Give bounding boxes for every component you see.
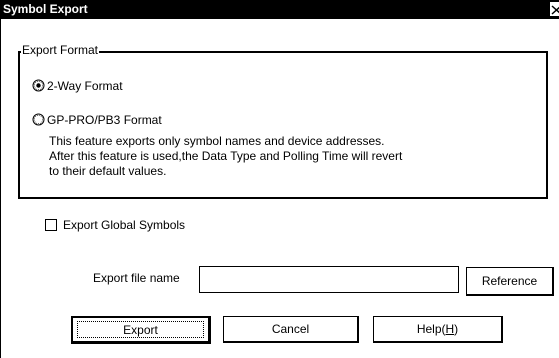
radio-2way-format-label: 2-Way Format: [47, 79, 123, 93]
export-button-label: Export: [77, 321, 204, 338]
export-global-symbols-checkbox[interactable]: [45, 219, 57, 231]
symbol-export-dialog: Symbol Export Export Format 2-Way Format…: [0, 0, 559, 358]
reference-button[interactable]: Reference: [466, 267, 554, 296]
help-button-suffix: ): [454, 322, 459, 336]
help-button[interactable]: Help(H): [373, 316, 503, 343]
description-line: to their default values.: [49, 164, 167, 178]
help-mnemonic: H: [445, 322, 455, 336]
radio-gp-pro-pb3-format-label: GP-PRO/PB3 Format: [47, 113, 162, 127]
export-global-symbols-label: Export Global Symbols: [63, 218, 186, 232]
format-description: This feature exports only symbol names a…: [49, 134, 519, 179]
radio-unselected-icon[interactable]: [32, 113, 45, 126]
export-button[interactable]: Export: [71, 316, 211, 344]
title-bar[interactable]: Symbol Export: [1, 0, 559, 19]
description-line: This feature exports only symbol names a…: [49, 134, 385, 148]
export-file-name-label: Export file name: [93, 271, 180, 285]
close-button[interactable]: [549, 1, 559, 17]
export-file-name-input[interactable]: [199, 266, 459, 293]
help-button-label: Help(: [416, 322, 446, 336]
cancel-button[interactable]: Cancel: [223, 316, 359, 343]
window-title: Symbol Export: [3, 2, 88, 16]
export-format-legend: Export Format: [21, 43, 100, 57]
radio-selected-icon[interactable]: [32, 79, 45, 92]
description-line: After this feature is used,the Data Type…: [49, 149, 403, 163]
close-icon: [551, 5, 559, 15]
